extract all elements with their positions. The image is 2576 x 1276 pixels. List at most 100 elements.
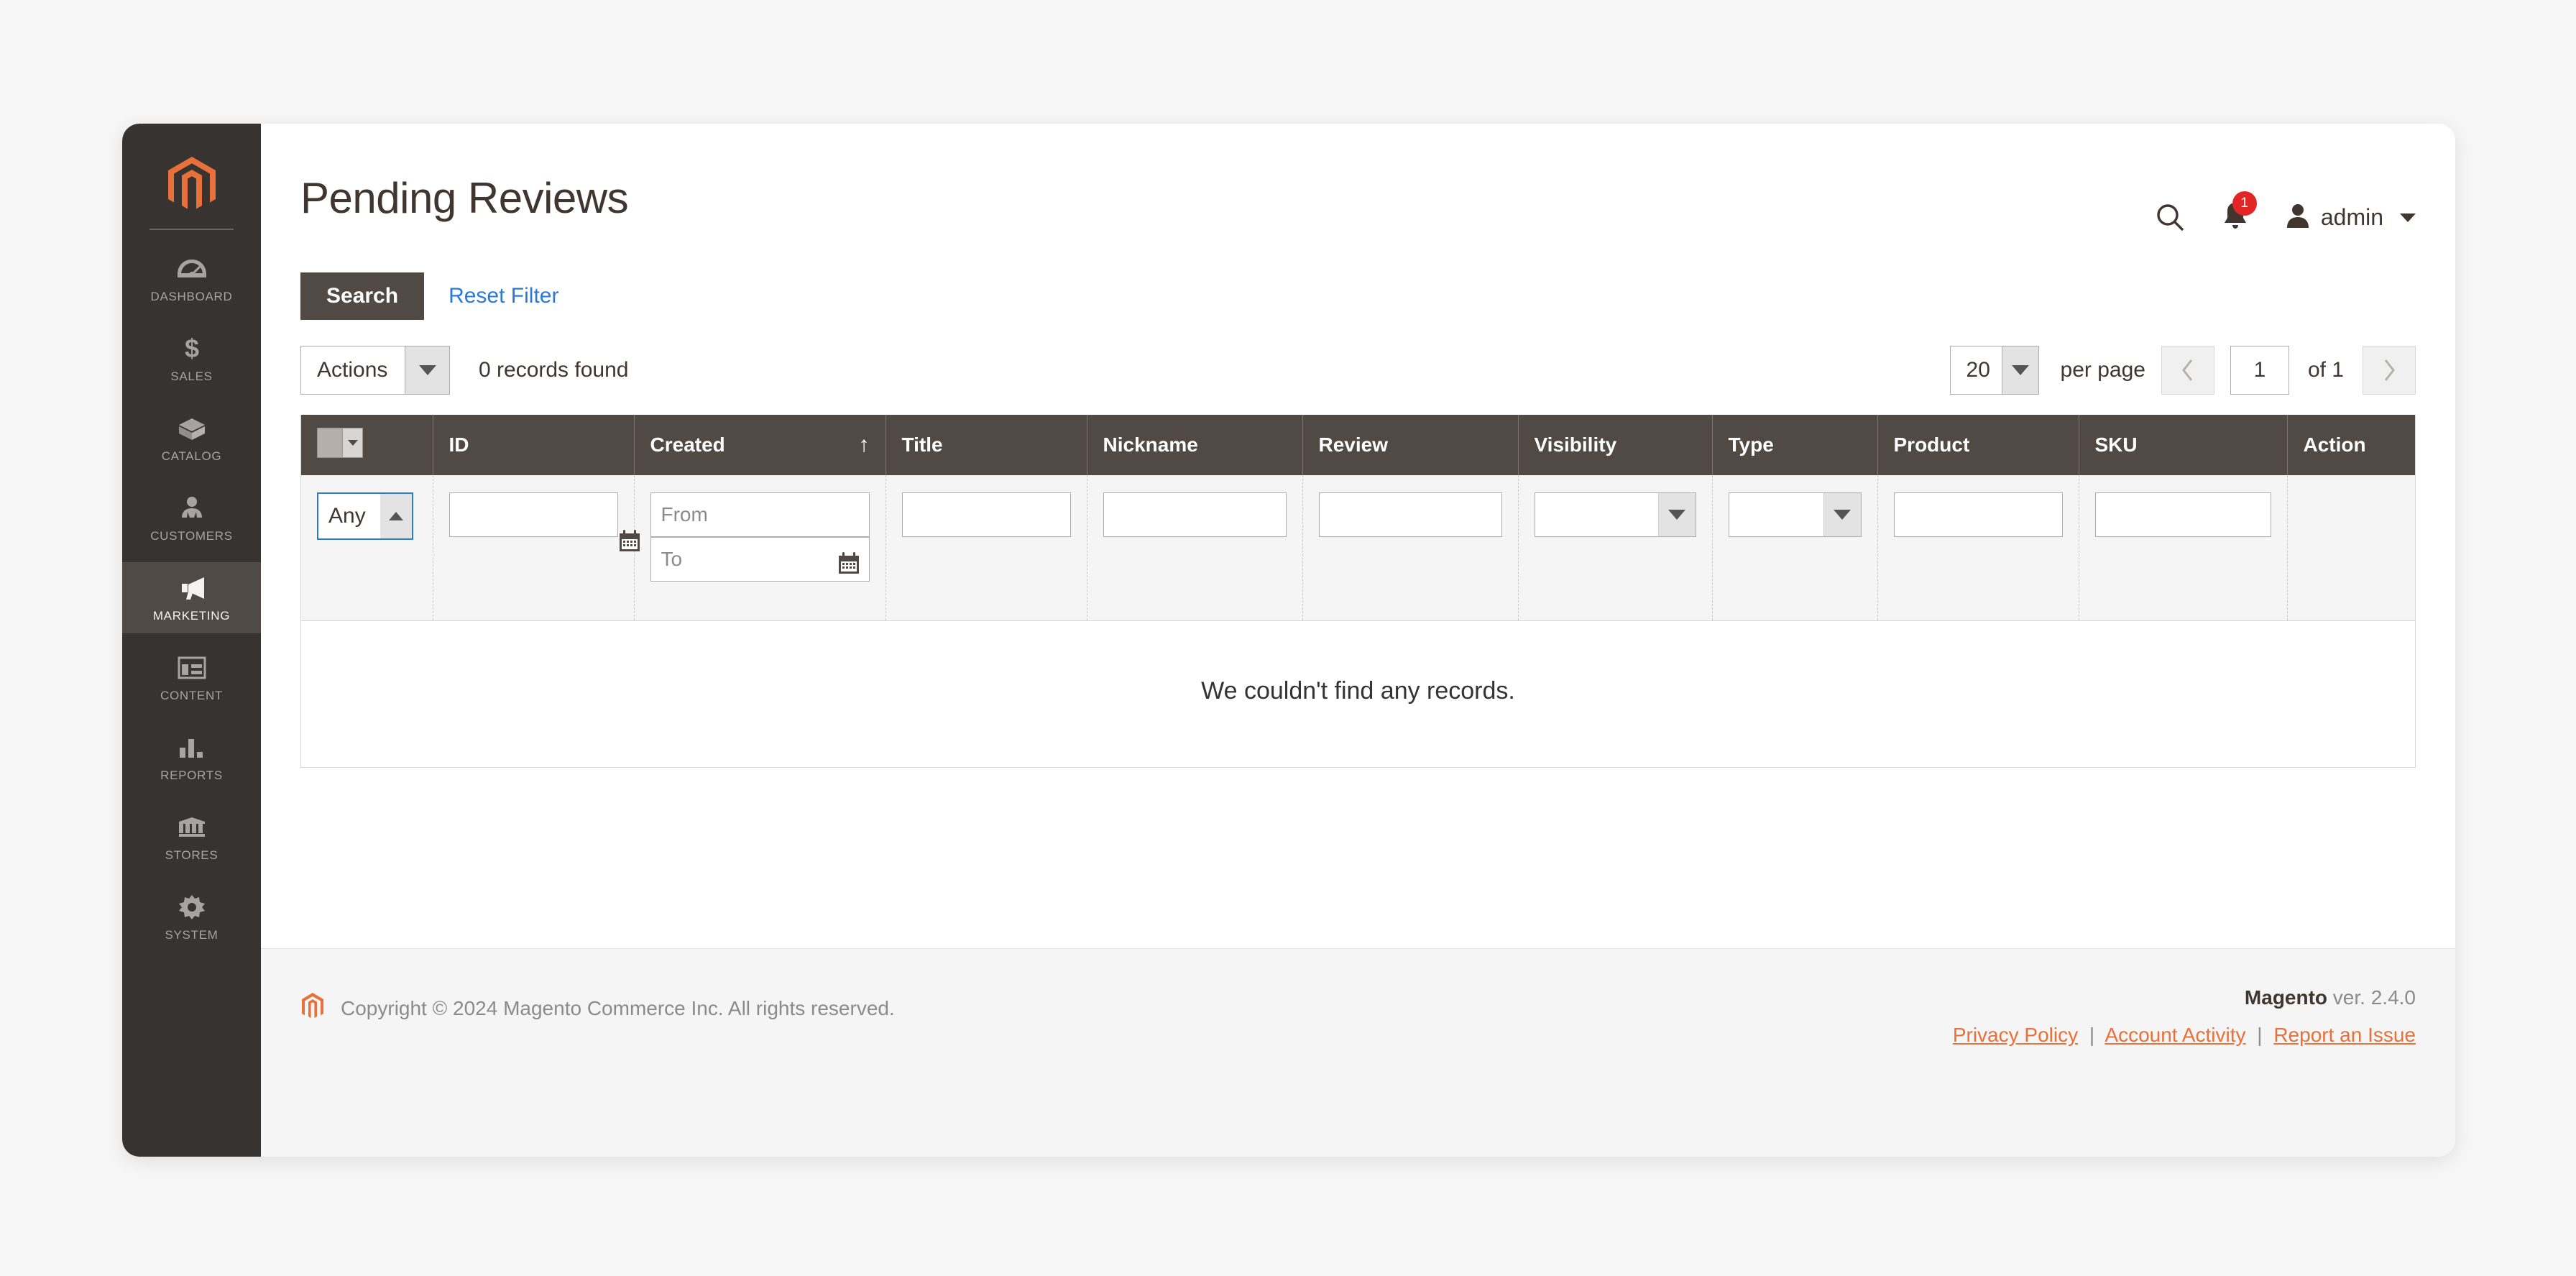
filter-cell-created <box>619 475 886 621</box>
filter-input-id[interactable] <box>448 492 618 537</box>
table-header-row: ID Created ↑ Title Nickname Review Visib… <box>301 415 2415 475</box>
footer-version-number: ver. 2.4.0 <box>2327 986 2416 1009</box>
total-pages-label: of 1 <box>2307 358 2344 382</box>
filter-select-visibility-value <box>1535 493 1658 536</box>
notifications-button[interactable]: 1 <box>2221 191 2257 235</box>
filter-select-visibility[interactable] <box>1534 492 1696 537</box>
filter-input-title[interactable] <box>901 492 1071 537</box>
column-header-id[interactable]: ID <box>433 415 635 475</box>
privacy-policy-link[interactable]: Privacy Policy <box>1953 1024 2078 1046</box>
previous-page-button[interactable] <box>2161 346 2214 395</box>
filter-cell-sku <box>2079 475 2288 621</box>
chevron-down-icon <box>1657 493 1696 536</box>
per-page-select[interactable]: 20 <box>1949 346 2039 395</box>
dashboard-icon <box>175 254 208 283</box>
admin-window: DASHBOARD $ SALES CATALOG CUSTOMERS MARK… <box>122 124 2455 1157</box>
massaction-filter-select[interactable]: Any <box>317 492 413 540</box>
admin-user-menu[interactable]: admin <box>2284 202 2416 233</box>
admin-tools: 1 admin <box>2155 177 2416 235</box>
sidebar-item-sales[interactable]: $ SALES <box>122 323 261 394</box>
filter-cell-review <box>1302 475 1519 621</box>
calendar-icon[interactable] <box>617 528 642 553</box>
filter-input-nickname[interactable] <box>1103 492 1287 537</box>
filter-select-type[interactable] <box>1728 492 1862 537</box>
filter-date-from <box>619 492 870 551</box>
admin-sidebar: DASHBOARD $ SALES CATALOG CUSTOMERS MARK… <box>122 124 261 1157</box>
column-header-created[interactable]: Created ↑ <box>634 415 886 475</box>
sidebar-item-dashboard[interactable]: DASHBOARD <box>122 243 261 314</box>
per-page-value: 20 <box>1966 358 1990 382</box>
report-an-issue-link[interactable]: Report an Issue <box>2273 1024 2416 1046</box>
filter-cell-title <box>886 475 1087 621</box>
magento-logo-icon[interactable] <box>122 145 261 224</box>
column-label: Product <box>1893 433 1970 456</box>
sidebar-item-content[interactable]: CONTENT <box>122 642 261 713</box>
sidebar-item-label: STORES <box>165 848 218 862</box>
column-label: Title <box>901 433 943 456</box>
sidebar-divider <box>150 229 234 230</box>
search-button[interactable]: Search <box>300 272 425 320</box>
column-label: Visibility <box>1534 433 1617 456</box>
sidebar-item-customers[interactable]: CUSTOMERS <box>122 482 261 554</box>
reset-filter-link[interactable]: Reset Filter <box>434 284 573 308</box>
link-separator: | <box>2089 1024 2095 1046</box>
chevron-down-icon <box>2001 346 2038 394</box>
sidebar-item-stores[interactable]: STORES <box>122 802 261 873</box>
bar-chart-icon <box>175 733 208 762</box>
filter-select-type-value <box>1729 493 1823 536</box>
column-header-type[interactable]: Type <box>1712 415 1878 475</box>
sidebar-item-marketing[interactable]: MARKETING <box>122 562 261 633</box>
sidebar-item-catalog[interactable]: CATALOG <box>122 403 261 474</box>
layout-icon <box>175 653 208 682</box>
admin-user-name: admin <box>2320 204 2383 230</box>
column-header-product[interactable]: Product <box>1877 415 2079 475</box>
next-page-button[interactable] <box>2363 346 2416 395</box>
reviews-table: ID Created ↑ Title Nickname Review Visib… <box>301 415 2415 767</box>
page-body: Pending Reviews 1 admin Search Reset Fil… <box>261 124 2455 948</box>
column-header-action: Action <box>2287 415 2415 475</box>
filter-cell-type <box>1712 475 1878 621</box>
search-controls: Search Reset Filter <box>300 272 2416 320</box>
footer-right: Magento ver. 2.4.0 Privacy Policy | Acco… <box>1953 978 2416 1047</box>
magento-logo-icon <box>300 992 325 1024</box>
column-header-sku[interactable]: SKU <box>2079 415 2288 475</box>
sidebar-item-label: SYSTEM <box>165 928 218 942</box>
filter-cell-nickname <box>1087 475 1303 621</box>
column-header-review[interactable]: Review <box>1302 415 1519 475</box>
filter-input-sku[interactable] <box>2094 492 2271 537</box>
storefront-icon <box>175 813 208 842</box>
megaphone-icon <box>175 574 208 602</box>
account-activity-link[interactable]: Account Activity <box>2104 1024 2245 1046</box>
column-header-massaction[interactable] <box>301 415 433 475</box>
records-found-text: 0 records found <box>479 358 629 382</box>
filter-input-created-from[interactable] <box>650 492 870 537</box>
page-number-input[interactable] <box>2230 346 2289 395</box>
sidebar-item-system[interactable]: SYSTEM <box>122 881 261 953</box>
page-footer: Copyright © 2024 Magento Commerce Inc. A… <box>261 948 2455 1157</box>
chevron-down-icon <box>1823 493 1861 536</box>
column-label: Nickname <box>1103 433 1198 456</box>
user-avatar-icon <box>2284 202 2312 233</box>
pagination-controls: 20 per page of 1 <box>1949 346 2416 395</box>
filter-input-review[interactable] <box>1318 492 1502 537</box>
actions-select-value: Actions <box>317 358 388 382</box>
sidebar-item-reports[interactable]: REPORTS <box>122 722 261 793</box>
column-header-visibility[interactable]: Visibility <box>1518 415 1713 475</box>
sidebar-item-label: CONTENT <box>160 689 224 702</box>
massaction-dropdown-icon[interactable] <box>317 428 363 458</box>
column-header-nickname[interactable]: Nickname <box>1087 415 1303 475</box>
empty-state-row: We couldn't find any records. <box>301 620 2415 767</box>
column-label: SKU <box>2094 433 2138 456</box>
calendar-icon[interactable] <box>837 551 861 575</box>
sidebar-item-label: SALES <box>170 370 213 383</box>
column-label: ID <box>448 433 469 456</box>
sort-ascending-icon: ↑ <box>858 433 870 456</box>
filter-input-product[interactable] <box>1893 492 2063 537</box>
column-label: Review <box>1318 433 1389 456</box>
column-header-title[interactable]: Title <box>886 415 1087 475</box>
search-icon[interactable] <box>2155 202 2186 234</box>
sidebar-item-label: DASHBOARD <box>150 290 233 303</box>
per-page-label: per page <box>2060 358 2145 382</box>
filter-cell-visibility <box>1518 475 1713 621</box>
actions-select[interactable]: Actions <box>300 346 450 395</box>
